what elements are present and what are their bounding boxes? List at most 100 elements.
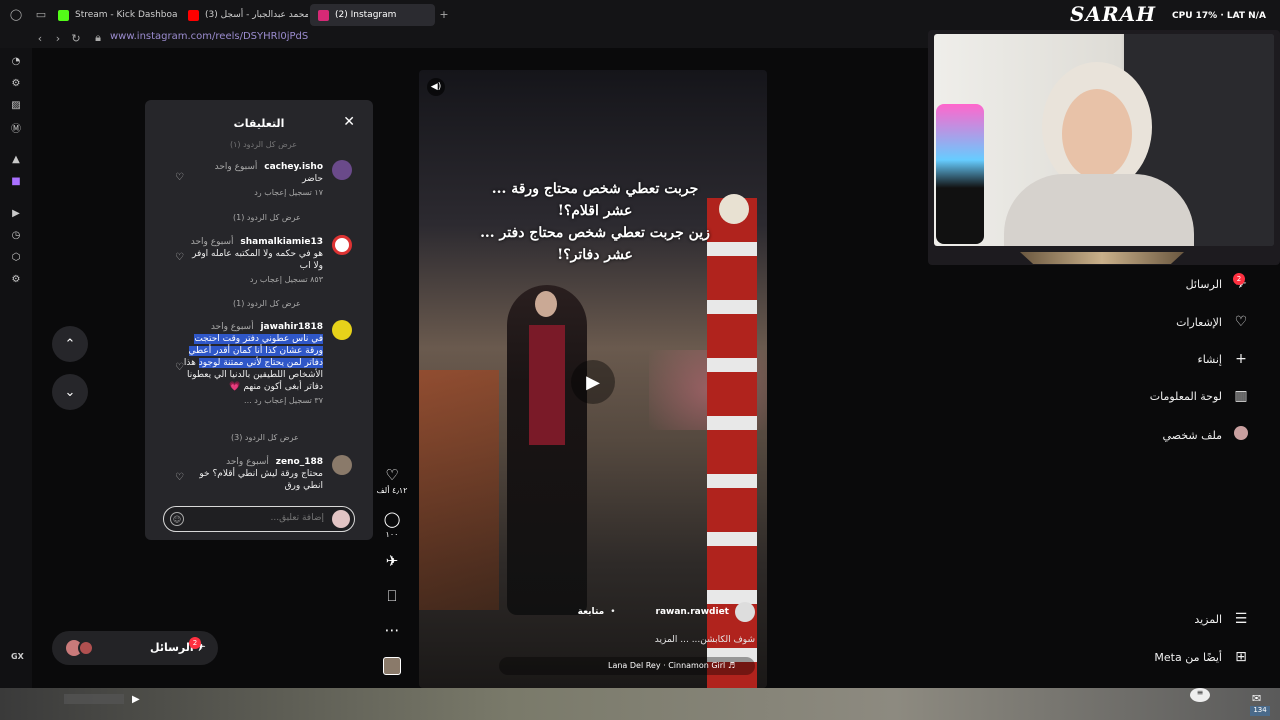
extensions-icon[interactable]: ⬡ bbox=[9, 250, 23, 264]
url-text[interactable]: www.instagram.com/reels/DSYHRl0jPdS bbox=[110, 31, 308, 42]
comment-username[interactable]: shamalkiamie13 bbox=[240, 237, 323, 247]
heart-icon: ♡ bbox=[1234, 314, 1248, 330]
m-icon[interactable]: Ⓜ bbox=[9, 120, 23, 135]
comment-username[interactable]: jawahir1818 bbox=[260, 322, 323, 332]
follow-button[interactable]: متابعة bbox=[578, 607, 605, 617]
heart-icon[interactable]: ♡ bbox=[175, 362, 184, 373]
heart-icon[interactable]: ♡ bbox=[175, 172, 184, 183]
previous-reel-button[interactable]: ⌃ bbox=[52, 326, 88, 362]
system-stats: CPU 17% · LAT N/A bbox=[1172, 11, 1266, 21]
play-icon: ▶ bbox=[586, 371, 600, 393]
mail-icon[interactable]: ✉ bbox=[1252, 692, 1261, 705]
twitch-icon[interactable]: ■ bbox=[9, 174, 23, 188]
menu-icon: ☰ bbox=[1234, 611, 1248, 627]
player-icon[interactable]: ▶ bbox=[9, 206, 23, 220]
more-icon[interactable]: ⋯ bbox=[381, 622, 403, 638]
partial-replies-link[interactable]: عرض كل الردود (١) bbox=[230, 140, 297, 149]
send-icon[interactable]: ✈ bbox=[381, 553, 403, 569]
view-replies-link[interactable]: عرض كل الردود (1) bbox=[233, 213, 301, 222]
opera-logo-icon[interactable]: ◯ bbox=[8, 6, 24, 22]
audio-cover-icon[interactable] bbox=[383, 657, 401, 675]
comments-panel: التعليقات ✕ عرض كل الردود (١) cachey.ish… bbox=[145, 100, 373, 540]
reel-text-line: عشر اقلام؟! bbox=[557, 203, 633, 219]
audio-thumbnail[interactable] bbox=[381, 657, 403, 675]
view-replies-link[interactable]: عرض كل الردود (3) bbox=[231, 433, 299, 442]
person-face bbox=[535, 291, 557, 317]
view-replies-link[interactable]: عرض كل الردود (1) bbox=[233, 299, 301, 308]
nav-profile[interactable]: ملف شخصي bbox=[1163, 426, 1250, 444]
comment-meta[interactable]: ١٧ تسجيل إعجاب رد bbox=[133, 187, 323, 199]
tab-label: (2) Instagram bbox=[335, 10, 397, 20]
heart-icon[interactable]: ♡ bbox=[381, 467, 403, 483]
comment-item: jawahir1818 أسبوع واحد في ناس عطوني دفتر… bbox=[183, 321, 323, 407]
messages-pill[interactable]: الرسائل ✈ 2 bbox=[52, 631, 218, 665]
reel-video[interactable]: ◀) جربت تعطي شخص محتاج ورقة ... عشر اقلا… bbox=[419, 70, 767, 688]
profile-avatar-icon bbox=[1232, 426, 1250, 444]
media-progress[interactable] bbox=[64, 694, 124, 704]
chevron-down-icon: ⌄ bbox=[64, 384, 76, 400]
reel-username[interactable]: rawan.rawdiet bbox=[656, 607, 730, 617]
nav-label: المزيد bbox=[1194, 612, 1222, 626]
webcam-feed bbox=[934, 34, 1274, 246]
nav-label: إنشاء bbox=[1197, 352, 1222, 366]
nav-create[interactable]: + إنشاء bbox=[1198, 351, 1250, 367]
nav-meta[interactable]: ⊞ أيضًا من Meta bbox=[1154, 649, 1250, 665]
save-action[interactable]: ⎕ bbox=[381, 588, 403, 604]
avatar[interactable] bbox=[332, 235, 352, 255]
stream-brand-logo: SARAH bbox=[1070, 2, 1156, 26]
comment-username[interactable]: cachey.isho bbox=[264, 162, 323, 172]
chat-icon[interactable]: ≡ bbox=[1190, 688, 1210, 702]
bottom-taskbar bbox=[0, 688, 1280, 720]
comment-input-box: ☺ bbox=[163, 506, 355, 532]
comment-text: حاضر bbox=[302, 174, 323, 184]
play-button[interactable]: ▶ bbox=[571, 360, 615, 404]
nav-dashboard[interactable]: ▥ لوحة المعلومات bbox=[1150, 388, 1250, 404]
new-tab-button[interactable]: + bbox=[436, 6, 452, 22]
reel-audio[interactable]: Lana Del Rey · Cinnamon Girl ♬ bbox=[499, 657, 755, 675]
gx-control-icon[interactable]: ⚙ bbox=[9, 76, 23, 90]
settings-icon[interactable]: ⚙ bbox=[9, 272, 23, 286]
comment-meta[interactable]: ٨٥٣ تسجيل إعجاب رد bbox=[183, 274, 323, 286]
emoji-icon[interactable]: ☺ bbox=[170, 512, 184, 526]
share-action[interactable]: ✈ bbox=[381, 553, 403, 569]
avatar[interactable] bbox=[332, 455, 352, 475]
kick-sidebar-icon[interactable]: ▲ bbox=[9, 152, 23, 166]
comment-input[interactable] bbox=[204, 513, 324, 523]
tab-kick[interactable]: Stream - Kick Dashboard bbox=[50, 4, 178, 26]
more-action[interactable]: ⋯ bbox=[381, 622, 403, 638]
comment-icon[interactable]: ◯ bbox=[381, 511, 403, 527]
comment-action[interactable]: ◯ ١٠٠ bbox=[381, 511, 403, 539]
comments-scrollbar[interactable] bbox=[148, 145, 152, 535]
cleaner-icon[interactable]: ▨ bbox=[9, 98, 23, 112]
comment-meta[interactable]: ٣٧ تسجيل إعجاب رد ... bbox=[183, 395, 323, 407]
webcam-overlay bbox=[928, 30, 1280, 265]
reload-icon[interactable]: ↻ bbox=[68, 30, 84, 46]
play-icon[interactable]: ▶ bbox=[132, 694, 140, 705]
heart-icon[interactable]: ♡ bbox=[175, 252, 184, 263]
nav-more[interactable]: ☰ المزيد bbox=[1194, 611, 1250, 627]
youtube-icon bbox=[188, 9, 199, 21]
ai-icon[interactable]: ◔ bbox=[9, 54, 23, 68]
forward-icon[interactable]: › bbox=[50, 30, 66, 46]
like-count: ٤٫١٢ ألف bbox=[376, 486, 408, 495]
mute-icon[interactable]: ◀) bbox=[427, 78, 445, 96]
tab-youtube[interactable]: (3) محمد عبدالجبار - أسجل bbox=[180, 4, 308, 26]
tab-instagram[interactable]: (2) Instagram bbox=[310, 4, 435, 26]
like-action[interactable]: ♡ ٤٫١٢ ألف bbox=[377, 467, 408, 495]
history-icon[interactable]: ◷ bbox=[9, 228, 23, 242]
back-icon[interactable]: ‹ bbox=[32, 30, 48, 46]
comments-title: التعليقات bbox=[233, 117, 285, 130]
heart-icon[interactable]: ♡ bbox=[175, 472, 184, 483]
nav-notifications[interactable]: ♡ الإشعارات bbox=[1176, 314, 1250, 330]
avatar[interactable] bbox=[735, 602, 755, 622]
next-reel-button[interactable]: ⌄ bbox=[52, 374, 88, 410]
close-icon[interactable]: ✕ bbox=[343, 114, 355, 130]
comment-username[interactable]: zeno_188 bbox=[276, 457, 323, 467]
avatar[interactable] bbox=[332, 160, 352, 180]
avatar[interactable] bbox=[332, 320, 352, 340]
comment-text: محتاج ورقة ليش انطي أقلام؟ خو انطي ورق bbox=[199, 469, 323, 491]
reel-text-line: جربت تعطي شخص محتاج ورقة ... bbox=[491, 181, 699, 197]
reel-caption[interactable]: شوف الكابشن... ... المزيد bbox=[655, 635, 755, 645]
tab-overview-icon[interactable]: ▭ bbox=[33, 6, 49, 22]
bookmark-icon[interactable]: ⎕ bbox=[381, 588, 403, 604]
